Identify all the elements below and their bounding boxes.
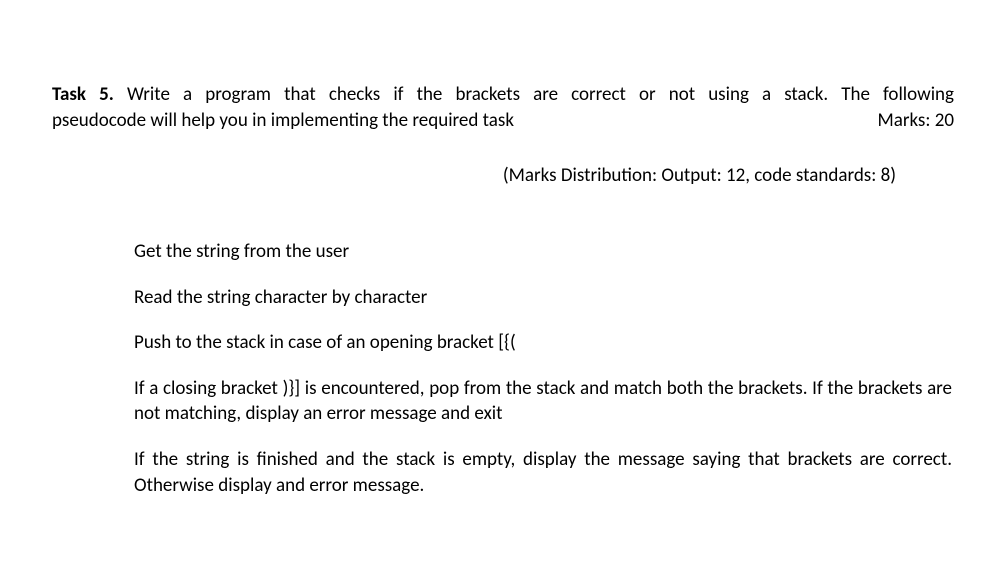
task-header: Task 5. Write a program that checks if t… [52,82,954,133]
task-description-part1: Write a program that checks if the brack… [114,83,954,106]
task-line-1: Task 5. Write a program that checks if t… [52,82,954,108]
task-description-part2: pseudocode will help you in implementing… [52,108,514,134]
pseudocode-block: Get the string from the user Read the st… [52,239,954,498]
task-line-2: pseudocode will help you in implementing… [52,108,954,134]
marks-total: Marks: 20 [877,108,954,134]
pseudocode-step: Read the string character by character [134,285,952,311]
pseudocode-step: Push to the stack in case of an opening … [134,330,952,356]
pseudocode-step: Get the string from the user [134,239,952,265]
pseudocode-step: If a closing bracket )}] is encountered,… [134,376,952,427]
pseudocode-step: If the string is finished and the stack … [134,447,952,498]
task-label: Task 5. [52,83,114,106]
marks-distribution: (Marks Distribution: Output: 12, code st… [52,163,954,189]
